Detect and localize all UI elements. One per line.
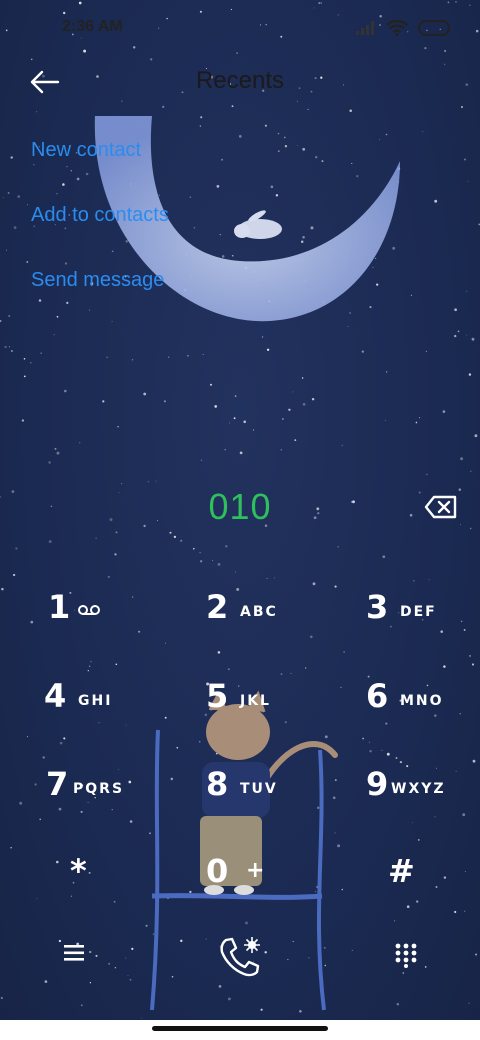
key-digit: 4 [44, 677, 67, 715]
signal-icon [356, 21, 374, 35]
key-letters: DEF [400, 604, 437, 620]
key-digit: 1 [48, 588, 71, 626]
voicemail-icon [78, 605, 100, 615]
wifi-icon [386, 20, 408, 36]
key-letters: JKL [240, 693, 271, 709]
key-digit: # [388, 852, 415, 890]
key-digit: * [70, 852, 87, 890]
key-1[interactable]: 1 [48, 588, 168, 658]
status-time: 2:36 AM [62, 18, 123, 35]
key-star[interactable]: * [70, 852, 190, 922]
key-digit: 6 [366, 677, 389, 715]
key-digit: 7 [46, 765, 69, 803]
key-6[interactable]: 6 MNO [366, 677, 480, 747]
key-digit: 8 [206, 765, 229, 803]
menu-icon[interactable] [62, 942, 86, 964]
key-digit: 3 [366, 588, 389, 626]
backspace-icon[interactable] [424, 494, 458, 520]
key-7[interactable]: 7 PQRS [46, 765, 166, 835]
key-digit: 5 [206, 677, 229, 715]
top-bar: Recents [0, 58, 480, 106]
key-letters: PQRS [73, 781, 125, 797]
key-letters: + [246, 858, 267, 883]
key-8[interactable]: 8 TUV [206, 765, 326, 835]
key-9[interactable]: 9 WXYZ [366, 765, 480, 835]
key-0[interactable]: 0 + [206, 852, 326, 922]
call-icon[interactable] [216, 934, 264, 978]
home-indicator[interactable] [152, 1026, 328, 1031]
page-title: Recents [195, 67, 285, 94]
key-2[interactable]: 2 ABC [206, 588, 326, 658]
status-bar: 2:36 AM [0, 0, 480, 56]
key-letters: ABC [240, 604, 278, 620]
key-3[interactable]: 3 DEF [366, 588, 480, 658]
new-contact-link[interactable]: New contact [31, 136, 169, 201]
dialed-number: 010 [208, 486, 272, 527]
dialer-screen: 2:36 AM Recents New contact Add to conta… [0, 0, 480, 1040]
status-icons [356, 16, 450, 40]
key-5[interactable]: 5 JKL [206, 677, 326, 747]
key-digit: 2 [206, 588, 229, 626]
key-hash[interactable]: # [388, 852, 480, 922]
key-4[interactable]: 4 GHI [44, 677, 164, 747]
key-digit: 0 [206, 852, 229, 890]
number-actions: New contact Add to contacts Send message [31, 136, 169, 331]
battery-icon [418, 20, 450, 36]
dialpad-icon[interactable] [394, 942, 418, 968]
key-letters: GHI [78, 693, 113, 709]
send-message-link[interactable]: Send message [31, 266, 169, 331]
key-digit: 9 [366, 765, 389, 803]
key-letters: WXYZ [391, 781, 446, 797]
key-letters: MNO [400, 693, 444, 709]
key-letters: TUV [240, 781, 278, 797]
add-to-contacts-link[interactable]: Add to contacts [31, 201, 169, 266]
